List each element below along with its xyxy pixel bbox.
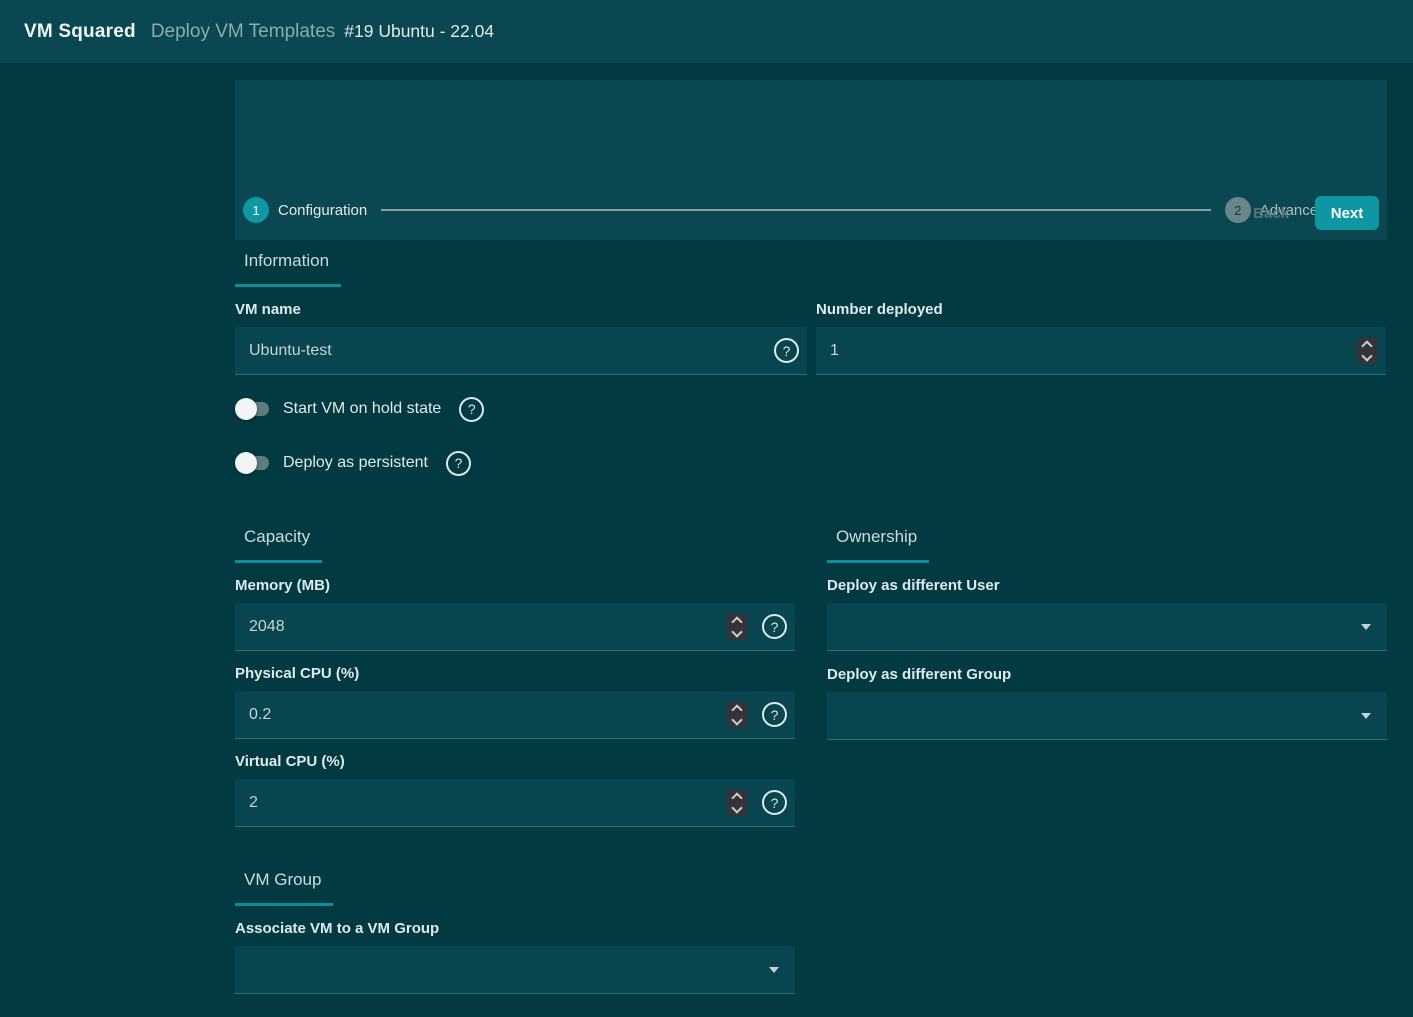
- dropdown-caret-icon: [1361, 713, 1371, 719]
- memory-stepper[interactable]: [727, 614, 747, 640]
- section-ownership-heading: Ownership: [827, 527, 929, 563]
- vm-name-help-icon[interactable]: ?: [774, 338, 799, 363]
- deploy-persistent-label: Deploy as persistent: [283, 454, 428, 472]
- deploy-as-group-field: Deploy as different Group: [827, 667, 1387, 740]
- toggle-knob: [235, 398, 257, 420]
- deploy-as-user-field: Deploy as different User: [827, 578, 1387, 651]
- back-button[interactable]: Back: [1243, 199, 1299, 228]
- physical-cpu-stepper[interactable]: [727, 702, 747, 728]
- associate-vm-group-field: Associate VM to a VM Group: [235, 921, 795, 994]
- number-deployed-input[interactable]: 1: [816, 327, 1386, 375]
- app-header: VM Squared Deploy VM Templates #19 Ubunt…: [0, 0, 1413, 63]
- step-1-badge: 1: [243, 197, 269, 223]
- next-button[interactable]: Next: [1315, 196, 1379, 230]
- memory-field: Memory (MB) 2048 ?: [235, 578, 795, 651]
- virtual-cpu-stepper[interactable]: [727, 790, 747, 816]
- number-deployed-field: Number deployed 1: [816, 302, 1386, 375]
- deploy-persistent-toggle[interactable]: [235, 452, 269, 474]
- memory-label: Memory (MB): [235, 578, 795, 594]
- capacity-title: Capacity: [235, 527, 322, 563]
- information-title: Information: [235, 251, 341, 287]
- deploy-persistent-row: Deploy as persistent ?: [235, 450, 471, 476]
- virtual-cpu-help-icon[interactable]: ?: [762, 790, 787, 815]
- dropdown-caret-icon: [769, 967, 779, 973]
- deploy-as-user-label: Deploy as different User: [827, 578, 1387, 594]
- ownership-title: Ownership: [827, 527, 929, 563]
- physical-cpu-input[interactable]: 0.2 ?: [235, 691, 795, 739]
- associate-vm-group-label: Associate VM to a VM Group: [235, 921, 795, 937]
- virtual-cpu-input[interactable]: 2 ?: [235, 779, 795, 827]
- physical-cpu-value: 0.2: [249, 706, 271, 724]
- stepper-down-icon: [731, 714, 742, 725]
- stepper-down-icon: [731, 802, 742, 813]
- dropdown-caret-icon: [1361, 624, 1371, 630]
- step-1-label: Configuration: [278, 202, 367, 219]
- toggle-knob: [235, 452, 257, 474]
- stepper-down-icon: [731, 626, 742, 637]
- step-configuration[interactable]: 1 Configuration: [243, 197, 367, 223]
- deploy-persistent-help-icon[interactable]: ?: [446, 451, 471, 476]
- stepper-actions: Back Next: [1243, 196, 1379, 230]
- virtual-cpu-field: Virtual CPU (%) 2 ?: [235, 754, 795, 827]
- vm-name-field: VM name Ubuntu-test ?: [235, 302, 807, 375]
- memory-value: 2048: [249, 618, 285, 636]
- start-on-hold-row: Start VM on hold state ?: [235, 396, 484, 422]
- app-brand: VM Squared: [24, 21, 136, 43]
- virtual-cpu-value: 2: [249, 794, 258, 812]
- number-deployed-value: 1: [830, 342, 839, 360]
- virtual-cpu-label: Virtual CPU (%): [235, 754, 795, 770]
- vm-name-label: VM name: [235, 302, 807, 318]
- section-capacity-heading: Capacity: [235, 527, 322, 563]
- stepper-card: 1 Configuration 2 Advanced options Back …: [235, 80, 1387, 240]
- section-vm-group-heading: VM Group: [235, 870, 333, 906]
- physical-cpu-label: Physical CPU (%): [235, 666, 795, 682]
- deploy-as-group-label: Deploy as different Group: [827, 667, 1387, 683]
- memory-input[interactable]: 2048 ?: [235, 603, 795, 651]
- associate-vm-group-select[interactable]: [235, 946, 795, 994]
- template-reference: #19 Ubuntu - 22.04: [344, 21, 494, 42]
- stepper-connector-line: [381, 209, 1211, 211]
- vm-name-input[interactable]: Ubuntu-test ?: [235, 327, 807, 375]
- number-deployed-stepper[interactable]: [1357, 338, 1377, 364]
- vm-group-title: VM Group: [235, 870, 333, 906]
- start-on-hold-toggle[interactable]: [235, 398, 269, 420]
- number-deployed-label: Number deployed: [816, 302, 1386, 318]
- page-title: Deploy VM Templates: [151, 21, 335, 43]
- section-information-heading: Information: [235, 251, 341, 287]
- stepper-down-icon: [1361, 350, 1372, 361]
- start-on-hold-label: Start VM on hold state: [283, 400, 441, 418]
- physical-cpu-help-icon[interactable]: ?: [762, 702, 787, 727]
- start-on-hold-help-icon[interactable]: ?: [459, 397, 484, 422]
- stepper: 1 Configuration 2 Advanced options: [243, 197, 1379, 223]
- deploy-as-user-select[interactable]: [827, 603, 1387, 651]
- memory-help-icon[interactable]: ?: [762, 614, 787, 639]
- physical-cpu-field: Physical CPU (%) 0.2 ?: [235, 666, 795, 739]
- vm-name-value: Ubuntu-test: [249, 342, 332, 360]
- deploy-as-group-select[interactable]: [827, 692, 1387, 740]
